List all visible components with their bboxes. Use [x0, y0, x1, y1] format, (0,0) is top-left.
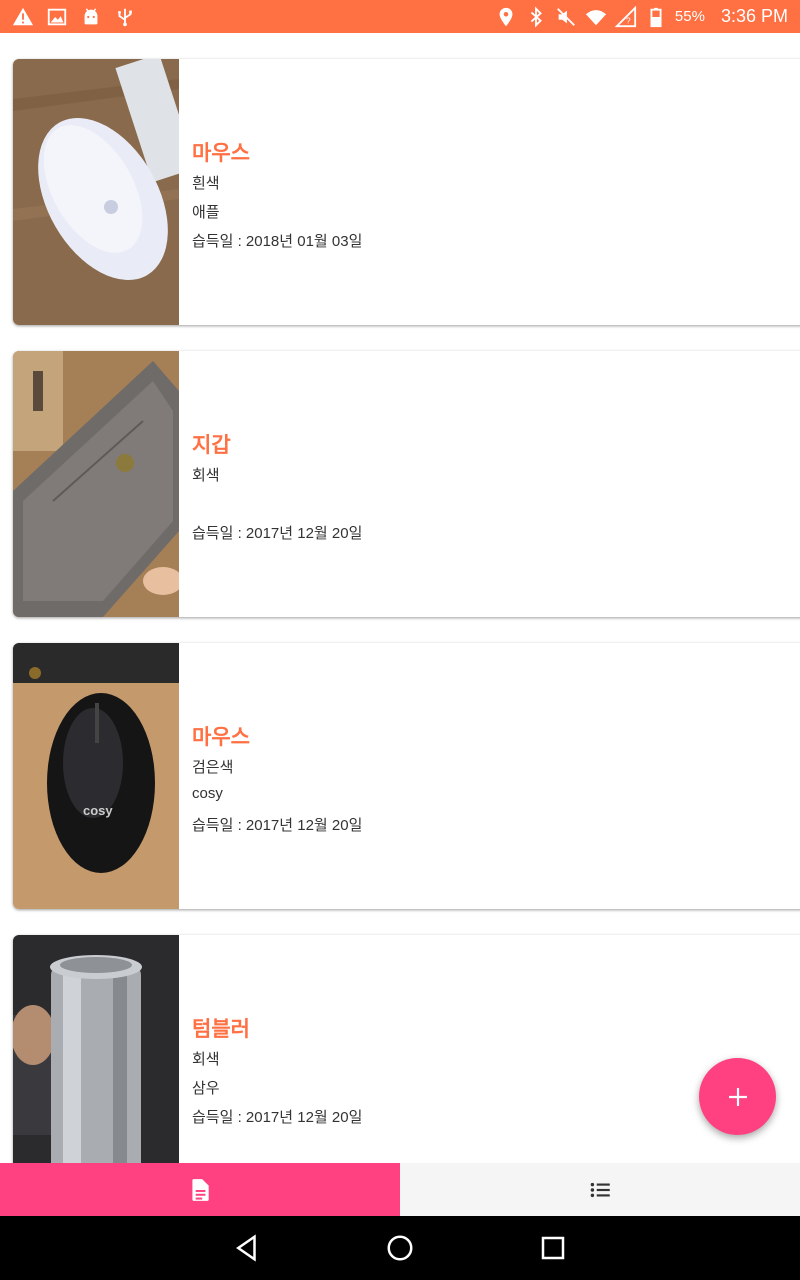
android-icon [80, 6, 102, 28]
item-photo [13, 351, 179, 617]
add-item-button[interactable] [699, 1058, 776, 1135]
home-icon [387, 1235, 413, 1261]
wifi-icon [585, 6, 607, 28]
item-list: 마우스 흰색 애플 습득일 : 2018년 01월 03일 지갑 회색 습득일 … [0, 33, 800, 1163]
item-color: 회색 [192, 467, 220, 484]
svg-text:?: ? [626, 16, 631, 25]
item-acquired-date: 습득일 : 2018년 01월 03일 [192, 233, 363, 250]
item-photo: cosy [13, 643, 179, 909]
item-photo [13, 59, 179, 325]
list-item[interactable]: 텀블러 회색 삼우 습득일 : 2017년 12월 20일 [13, 935, 800, 1163]
back-icon [235, 1234, 256, 1262]
recents-icon [542, 1236, 565, 1260]
location-icon [495, 6, 517, 28]
mute-icon [555, 6, 577, 28]
system-navigation-bar [0, 1216, 800, 1280]
item-acquired-date: 습득일 : 2017년 12월 20일 [192, 525, 363, 542]
item-name: 마우스 [192, 142, 250, 165]
item-brand: 애플 [192, 204, 220, 221]
item-name: 지갑 [192, 434, 231, 457]
list-item[interactable]: 마우스 흰색 애플 습득일 : 2018년 01월 03일 [13, 59, 800, 325]
plus-icon [728, 1087, 747, 1106]
item-name: 텀블러 [192, 1018, 250, 1041]
bluetooth-icon [525, 6, 547, 28]
status-bar: ? 55% 3:36 PM [0, 0, 800, 33]
signal-icon: ? [614, 5, 637, 28]
document-icon [192, 1178, 209, 1201]
battery-percentage: 55% [674, 8, 705, 25]
tab-list[interactable] [400, 1163, 800, 1216]
recents-button[interactable] [533, 1228, 573, 1268]
item-brand: 삼우 [192, 1080, 220, 1097]
warning-icon [12, 6, 34, 28]
home-button[interactable] [380, 1228, 420, 1268]
list-item[interactable]: 지갑 회색 습득일 : 2017년 12월 20일 [13, 351, 800, 617]
bottom-tab-bar [0, 1163, 800, 1216]
item-color: 회색 [192, 1051, 220, 1068]
battery-icon [645, 6, 667, 28]
item-photo [13, 935, 179, 1163]
svg-text:cosy: cosy [83, 803, 113, 818]
usb-icon [114, 6, 136, 28]
item-color: 검은색 [192, 759, 234, 776]
item-color: 흰색 [192, 175, 220, 192]
list-icon [590, 1182, 610, 1197]
clock: 3:36 PM [720, 6, 788, 26]
item-acquired-date: 습득일 : 2017년 12월 20일 [192, 1109, 363, 1126]
list-item[interactable]: cosy 마우스 검은색 cosy 습득일 : 2017년 12월 20일 [13, 643, 800, 909]
item-acquired-date: 습득일 : 2017년 12월 20일 [192, 817, 363, 834]
image-icon [46, 6, 68, 28]
item-brand: cosy [192, 785, 223, 802]
tab-documents[interactable] [0, 1163, 400, 1216]
item-name: 마우스 [192, 726, 250, 749]
back-button[interactable] [227, 1228, 267, 1268]
